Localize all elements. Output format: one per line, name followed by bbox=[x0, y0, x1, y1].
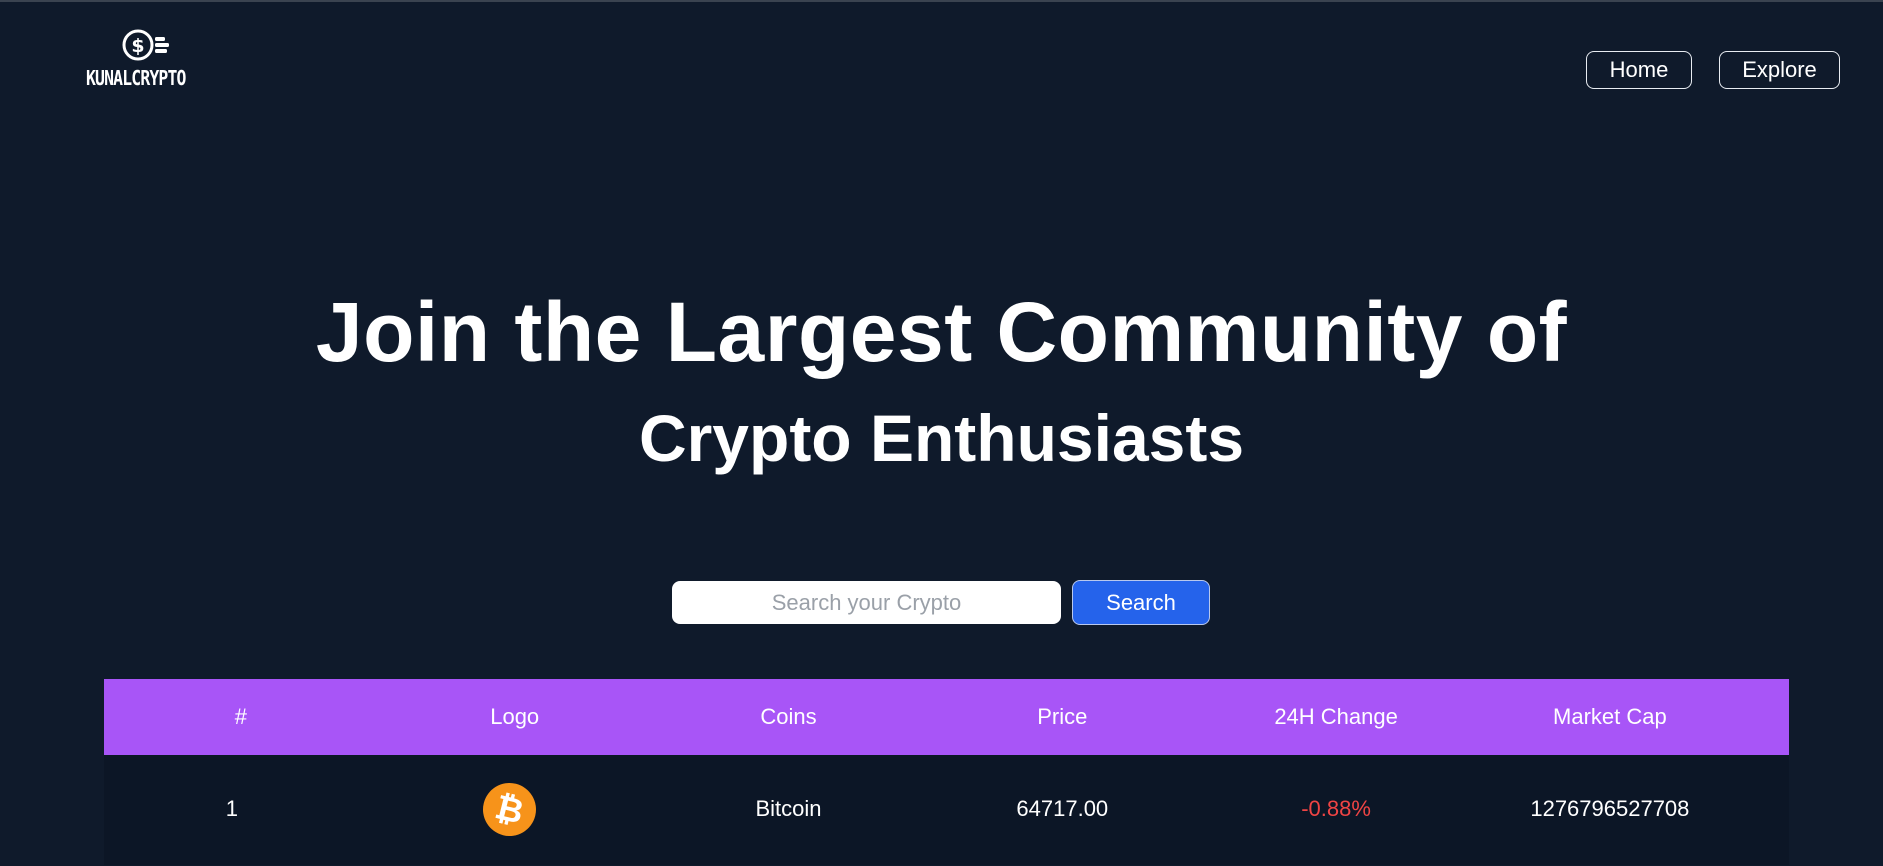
search-button[interactable]: Search bbox=[1072, 580, 1210, 625]
cell-rank: 1 bbox=[225, 796, 239, 821]
table-header-row: # Logo Coins Price 24H Change Market Cap bbox=[104, 679, 1789, 755]
nav-explore-button[interactable]: Explore bbox=[1719, 51, 1840, 89]
column-header-coins: Coins bbox=[760, 704, 817, 729]
table-row[interactable]: 1 ₿ Bitcoin 64717.00 -0.88% 127679652770… bbox=[104, 755, 1789, 865]
cell-market-cap: 1276796527708 bbox=[1530, 796, 1690, 821]
site-header: $ KUNALCRYPTO Home Explore bbox=[0, 0, 1883, 120]
hero-title: Join the Largest Community of bbox=[315, 285, 1568, 379]
nav-home-button[interactable]: Home bbox=[1586, 51, 1692, 89]
cell-coin-name: Bitcoin bbox=[755, 796, 822, 821]
crypto-table: # Logo Coins Price 24H Change Market Cap… bbox=[104, 679, 1789, 865]
column-header-price: Price bbox=[1037, 704, 1088, 729]
brand-name: KUNALCRYPTO bbox=[86, 66, 186, 90]
column-header-market-cap: Market Cap bbox=[1553, 704, 1667, 729]
column-header-24h-change: 24H Change bbox=[1274, 704, 1398, 729]
crypto-search-input[interactable] bbox=[672, 581, 1061, 624]
bitcoin-icon: ₿ bbox=[477, 776, 542, 842]
hero-subtitle: Crypto Enthusiasts bbox=[638, 401, 1245, 475]
svg-text:$: $ bbox=[131, 35, 144, 57]
cell-24h-change: -0.88% bbox=[1301, 796, 1371, 821]
cell-price: 64717.00 bbox=[1016, 796, 1109, 821]
column-header-rank: # bbox=[234, 704, 248, 729]
brand-logo[interactable]: $ KUNALCRYPTO bbox=[86, 28, 212, 94]
cell-logo: ₿ bbox=[378, 776, 652, 842]
dollar-coin-icon: $ bbox=[122, 29, 169, 61]
column-header-logo: Logo bbox=[490, 704, 540, 729]
